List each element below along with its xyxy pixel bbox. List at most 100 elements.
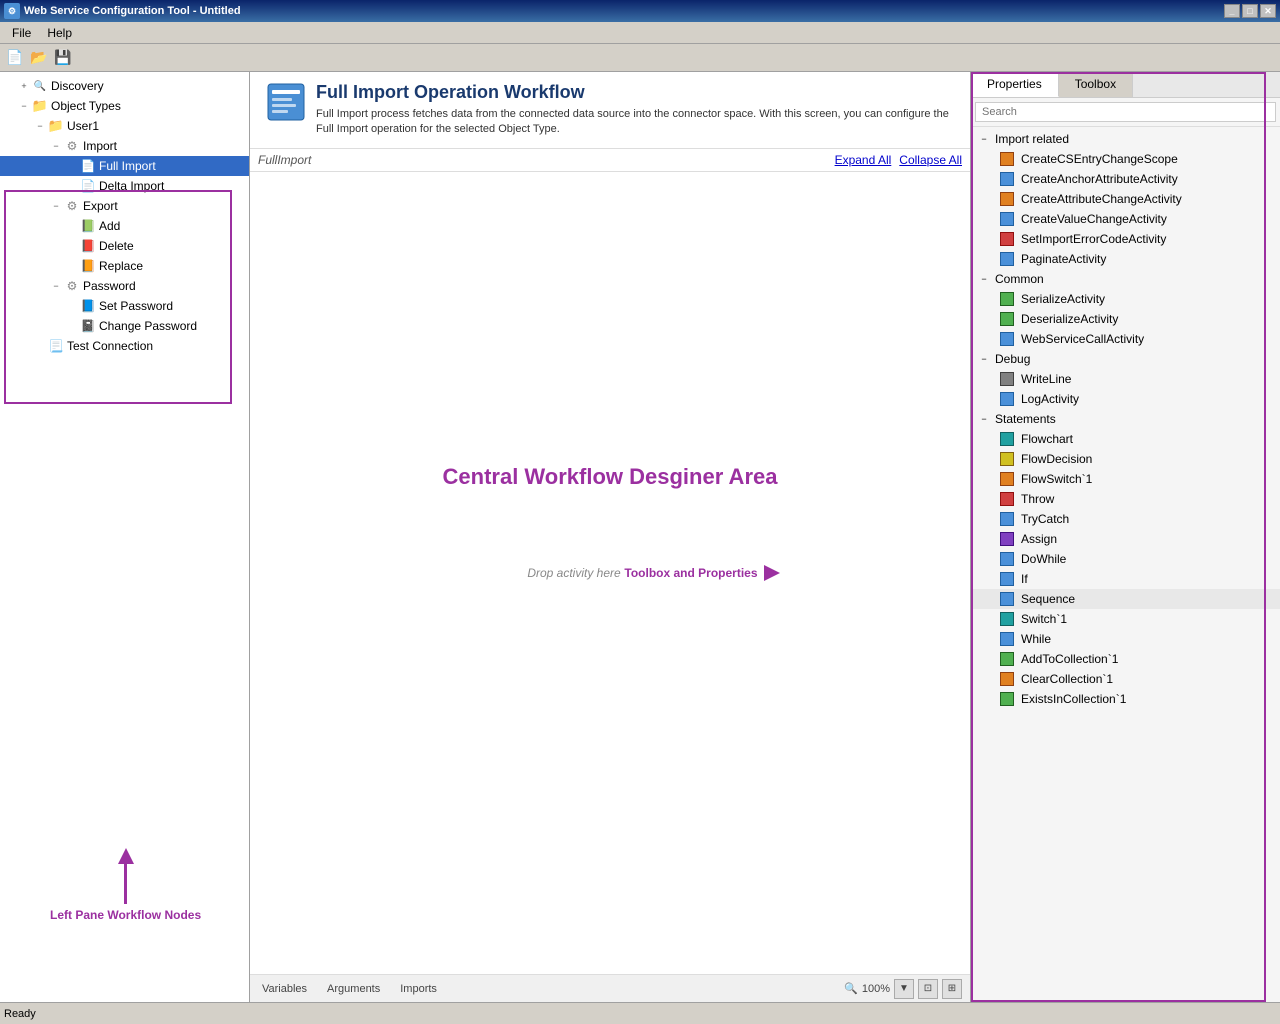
dowhile-label: DoWhile	[1021, 552, 1066, 566]
menu-help[interactable]: Help	[39, 24, 80, 42]
maximize-button[interactable]: □	[1242, 4, 1258, 18]
tab-arguments[interactable]: Arguments	[323, 981, 384, 997]
workflow-canvas[interactable]: Central Workflow Desginer Area Drop acti…	[250, 172, 970, 974]
discovery-label: Discovery	[51, 79, 104, 93]
search-input[interactable]	[975, 102, 1276, 122]
tree-item-export[interactable]: − ⚙ Export	[0, 196, 249, 216]
expander-import: −	[48, 138, 64, 154]
toolbox-item-flowdecision[interactable]: FlowDecision	[971, 449, 1280, 469]
collapse-all-button[interactable]: Collapse All	[899, 153, 962, 167]
toolbox-item-if[interactable]: If	[971, 569, 1280, 589]
open-button[interactable]: 📂	[28, 47, 50, 69]
tree-item-full-import[interactable]: 📄 Full Import	[0, 156, 249, 176]
tree-item-discovery[interactable]: + 🔍 Discovery	[0, 76, 249, 96]
addtocollection-icon	[999, 651, 1015, 667]
toolbox-item-createattribute[interactable]: CreateAttributeChangeActivity	[971, 189, 1280, 209]
clearcollection-icon	[999, 671, 1015, 687]
expander-delete	[64, 238, 80, 254]
tree-item-import[interactable]: − ⚙ Import	[0, 136, 249, 156]
tree-item-password[interactable]: − ⚙ Password	[0, 276, 249, 296]
expander-change-password	[64, 318, 80, 334]
right-pane: Properties Toolbox − Import related Crea…	[970, 72, 1280, 1002]
dowhile-icon	[999, 551, 1015, 567]
expander-replace	[64, 258, 80, 274]
close-button[interactable]: ✕	[1260, 4, 1276, 18]
toolbox-item-switch[interactable]: Switch`1	[971, 609, 1280, 629]
flowchart-label: Flowchart	[1021, 432, 1073, 446]
toolbox-item-createvalue[interactable]: CreateValueChangeActivity	[971, 209, 1280, 229]
test-connection-label: Test Connection	[67, 339, 153, 353]
expand-all-button[interactable]: Expand All	[835, 153, 892, 167]
toolbox-item-clearcollection[interactable]: ClearCollection`1	[971, 669, 1280, 689]
toolbox-item-deserialize[interactable]: DeserializeActivity	[971, 309, 1280, 329]
section-import-related[interactable]: − Import related	[971, 129, 1280, 149]
toolbox-item-webservicecall[interactable]: WebServiceCallActivity	[971, 329, 1280, 349]
workflow-description: Full Import process fetches data from th…	[316, 107, 954, 138]
workflow-title: Full Import Operation Workflow	[316, 82, 954, 103]
toolbox-item-assign[interactable]: Assign	[971, 529, 1280, 549]
toolbox-item-addtocollection[interactable]: AddToCollection`1	[971, 649, 1280, 669]
expander-set-password	[64, 298, 80, 314]
toolbox-item-writeline[interactable]: WriteLine	[971, 369, 1280, 389]
tree-item-user1[interactable]: − 📁 User1	[0, 116, 249, 136]
logactivity-label: LogActivity	[1021, 392, 1079, 406]
tab-properties[interactable]: Properties	[971, 72, 1059, 97]
tab-imports[interactable]: Imports	[396, 981, 441, 997]
new-button[interactable]: 📄	[4, 47, 26, 69]
window-controls[interactable]: _ □ ✕	[1224, 4, 1276, 18]
user1-icon: 📁	[48, 118, 64, 134]
toolbox-item-createanchor[interactable]: CreateAnchorAttributeActivity	[971, 169, 1280, 189]
tree-item-set-password[interactable]: 📘 Set Password	[0, 296, 249, 316]
zoom-dropdown-button[interactable]: ▼	[894, 979, 914, 999]
menu-file[interactable]: File	[4, 24, 39, 42]
toolbox-item-paginate[interactable]: PaginateActivity	[971, 249, 1280, 269]
toolbox-item-logactivity[interactable]: LogActivity	[971, 389, 1280, 409]
section-debug[interactable]: − Debug	[971, 349, 1280, 369]
minimize-button[interactable]: _	[1224, 4, 1240, 18]
tab-variables[interactable]: Variables	[258, 981, 311, 997]
flowdecision-icon	[999, 451, 1015, 467]
toolbox-item-flowswitch[interactable]: FlowSwitch`1	[971, 469, 1280, 489]
existsincollection-label: ExistsInCollection`1	[1021, 692, 1126, 706]
flowchart-icon	[999, 431, 1015, 447]
tab-toolbox[interactable]: Toolbox	[1059, 72, 1133, 97]
tree-item-delete[interactable]: 📕 Delete	[0, 236, 249, 256]
toolbox-item-flowchart[interactable]: Flowchart	[971, 429, 1280, 449]
toolbox-item-createcsentry[interactable]: CreateCSEntryChangeScope	[971, 149, 1280, 169]
toolbox-item-trycatch[interactable]: TryCatch	[971, 509, 1280, 529]
toolbar: 📄 📂 💾	[0, 44, 1280, 72]
section-common-label: Common	[995, 272, 1044, 286]
toolbox-item-existsincollection[interactable]: ExistsInCollection`1	[971, 689, 1280, 709]
zoom-full-button[interactable]: ⊞	[942, 979, 962, 999]
expander-import-related: −	[977, 132, 991, 146]
title-text: Web Service Configuration Tool - Untitle…	[24, 5, 241, 17]
tree-item-delta-import[interactable]: 📄 Delta Import	[0, 176, 249, 196]
createcsentry-icon	[999, 151, 1015, 167]
tree-item-replace[interactable]: 📙 Replace	[0, 256, 249, 276]
replace-label: Replace	[99, 259, 143, 273]
createanchor-label: CreateAnchorAttributeActivity	[1021, 172, 1178, 186]
fit-page-button[interactable]: ⊡	[918, 979, 938, 999]
expander-add	[64, 218, 80, 234]
tree-item-test-connection[interactable]: 📃 Test Connection	[0, 336, 249, 356]
trycatch-label: TryCatch	[1021, 512, 1069, 526]
tree-item-object-types[interactable]: − 📁 Object Types	[0, 96, 249, 116]
toolbox-item-setimporterror[interactable]: SetImportErrorCodeActivity	[971, 229, 1280, 249]
toolbox-item-throw[interactable]: Throw	[971, 489, 1280, 509]
toolbox-item-dowhile[interactable]: DoWhile	[971, 549, 1280, 569]
section-statements[interactable]: − Statements	[971, 409, 1280, 429]
toolbox-item-sequence[interactable]: Sequence	[971, 589, 1280, 609]
tree-item-add[interactable]: 📗 Add	[0, 216, 249, 236]
serialize-label: SerializeActivity	[1021, 292, 1105, 306]
expander-object-types: −	[16, 98, 32, 114]
toolbox-item-serialize[interactable]: SerializeActivity	[971, 289, 1280, 309]
save-button[interactable]: 💾	[52, 47, 74, 69]
expander-delta-import	[64, 178, 80, 194]
section-common[interactable]: − Common	[971, 269, 1280, 289]
annotation-arrow-up	[118, 848, 134, 864]
toolbox-item-while[interactable]: While	[971, 629, 1280, 649]
switch-label: Switch`1	[1021, 612, 1067, 626]
paginate-label: PaginateActivity	[1021, 252, 1106, 266]
expander-full-import	[64, 158, 80, 174]
tree-item-change-password[interactable]: 📓 Change Password	[0, 316, 249, 336]
